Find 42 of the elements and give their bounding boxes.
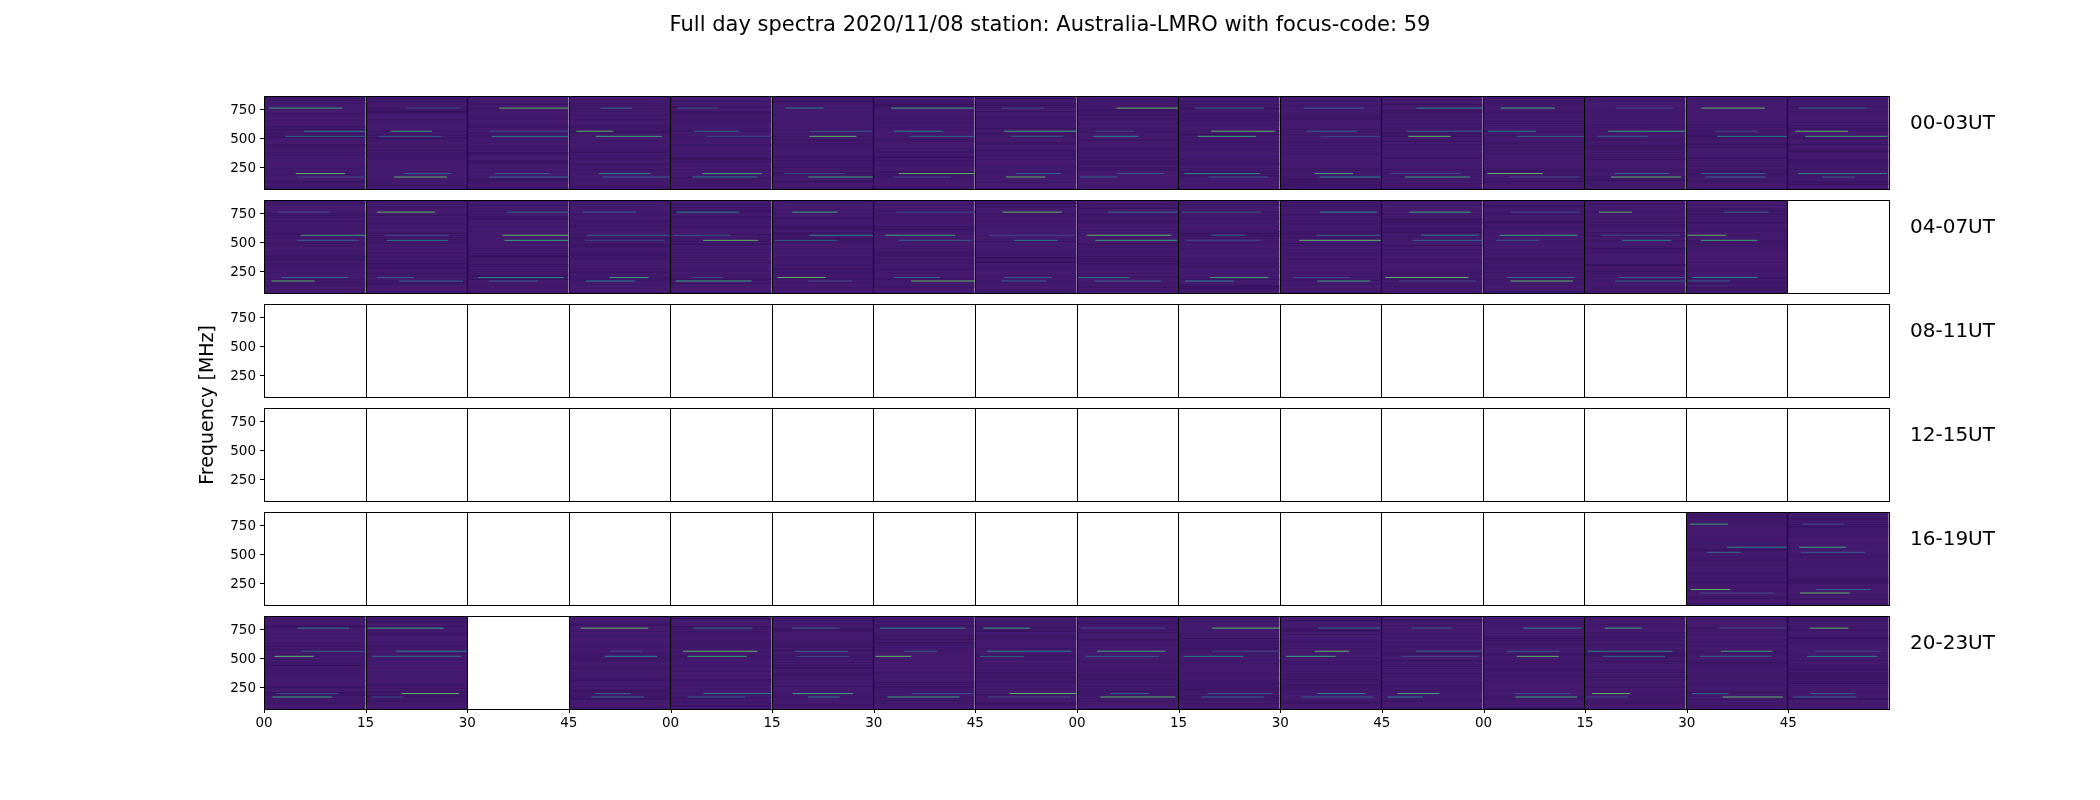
- row-label: 20-23UT: [1910, 629, 1995, 656]
- tick-label: 500: [230, 443, 256, 458]
- tick-label: 250: [230, 263, 256, 278]
- tick-label: 500: [230, 235, 256, 250]
- row-label: 04-07UT: [1910, 213, 1995, 240]
- tick-label: 250: [230, 679, 256, 694]
- tick-label: 250: [230, 575, 256, 590]
- tick-label: 00: [1068, 714, 1086, 730]
- tick-label: 30: [1678, 714, 1696, 730]
- row-label: 00-03UT: [1910, 109, 1995, 136]
- tick-label: 15: [1576, 714, 1594, 730]
- tick-label: 750: [230, 102, 256, 117]
- tick-label: 500: [230, 339, 256, 354]
- tick-label: 45: [1373, 714, 1391, 730]
- row-label: 12-15UT: [1910, 421, 1995, 448]
- tick-label: 250: [230, 471, 256, 486]
- axis-label: Frequency [MHz]: [195, 325, 217, 485]
- tick-label: 250: [230, 367, 256, 382]
- tick-label: 30: [458, 714, 476, 730]
- tick-label: 750: [230, 310, 256, 325]
- tick-label: 45: [966, 714, 984, 730]
- tick-label: 500: [230, 547, 256, 562]
- tick-label: 15: [1170, 714, 1188, 730]
- tick-label: 45: [1779, 714, 1797, 730]
- tick-label: 500: [230, 651, 256, 666]
- tick-label: 15: [357, 714, 375, 730]
- tick-label: 00: [255, 714, 273, 730]
- tick-label: 750: [230, 206, 256, 221]
- tick-label: 30: [865, 714, 883, 730]
- tick-label: 750: [230, 518, 256, 533]
- tick-label: 30: [1271, 714, 1289, 730]
- row-label: 08-11UT: [1910, 317, 1995, 344]
- row-label: 16-19UT: [1910, 525, 1995, 552]
- chart-title: Full day spectra 2020/11/08 station: Australia-LMRO with focus-code: 59: [669, 12, 1431, 36]
- tick-label: 00: [661, 714, 680, 730]
- tick-label: 250: [230, 159, 256, 174]
- tick-label: 500: [230, 131, 256, 146]
- tick-label: 750: [230, 622, 256, 637]
- tick-label: 15: [763, 714, 781, 730]
- tick-label: 00: [1474, 714, 1493, 730]
- tick-label: 45: [560, 714, 578, 730]
- tick-label: 750: [230, 414, 256, 429]
